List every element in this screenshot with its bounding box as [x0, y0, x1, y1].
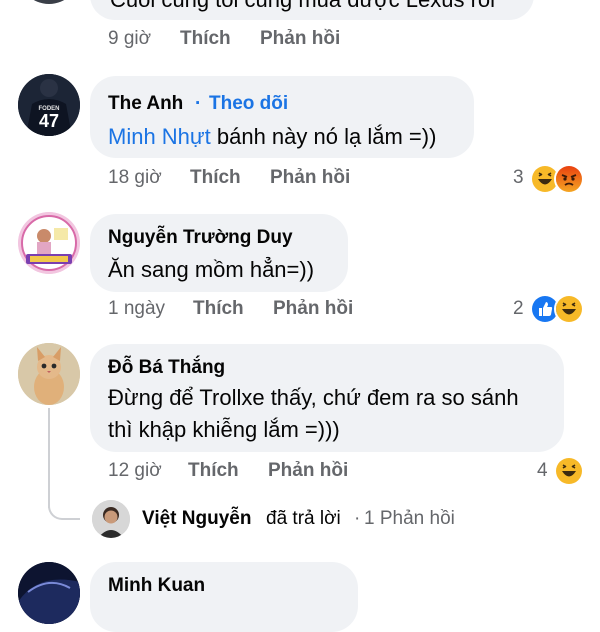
- haha-icon: [554, 294, 584, 324]
- avatar-jersey-image: FODEN 47: [18, 74, 80, 136]
- follow-separator: ·: [195, 93, 202, 114]
- like-button[interactable]: Thích: [193, 298, 244, 320]
- comment-time[interactable]: 18 giờ: [108, 167, 162, 189]
- replies-separator: ·: [354, 508, 361, 529]
- thread-line-curve: [48, 480, 80, 520]
- like-button[interactable]: Thích: [188, 460, 239, 482]
- avatar[interactable]: [18, 0, 80, 4]
- comment-time[interactable]: 1 ngày: [108, 298, 165, 320]
- reaction-count[interactable]: 3: [513, 167, 524, 189]
- comment-author[interactable]: Nguyễn Trường Duy: [108, 227, 293, 249]
- avatar: [92, 500, 130, 538]
- like-button[interactable]: Thích: [180, 28, 231, 50]
- mention-link[interactable]: Minh Nhựt: [108, 124, 211, 149]
- comment-text-body: bánh này nó lạ lắm =)): [210, 124, 437, 149]
- replies-count[interactable]: 1 Phản hồi: [364, 508, 455, 530]
- avatar-image: [18, 562, 80, 624]
- comment-text: Cuối cùng tôi cũng mua được Lexus rồi: [110, 0, 495, 16]
- comment-bubble: Cuối cùng tôi cũng mua được Lexus rồi: [90, 0, 534, 20]
- avatar-cat-image: [18, 343, 80, 405]
- reply-button[interactable]: Phản hồi: [268, 460, 348, 482]
- avatar[interactable]: FODEN 47: [18, 74, 80, 136]
- comment-time[interactable]: 9 giờ: [108, 28, 151, 50]
- like-button[interactable]: Thích: [190, 167, 241, 189]
- reply-button[interactable]: Phản hồi: [273, 298, 353, 320]
- comment-text: Minh Nhựt bánh này nó lạ lắm =)): [108, 121, 436, 153]
- comment-text-line: Đừng để Trollxe thấy, chứ đem ra so sánh: [108, 385, 519, 410]
- comment-text: Ăn sang mồm hẳn=)): [108, 257, 315, 282]
- angry-icon: [554, 164, 584, 194]
- comment-author[interactable]: The Anh: [108, 93, 183, 115]
- comment-author[interactable]: Minh Kuan: [108, 575, 205, 597]
- replies-summary[interactable]: Việt Nguyễn đã trả lời · 1 Phản hồi: [92, 500, 492, 538]
- comment-bubble: [90, 562, 358, 632]
- reaction-count[interactable]: 2: [513, 298, 524, 320]
- comment-text-line: thì khập khiễng lắm =))): [108, 417, 340, 442]
- comment-time[interactable]: 12 giờ: [108, 460, 162, 482]
- reply-button[interactable]: Phản hồi: [260, 28, 340, 50]
- jersey-number: 47: [39, 111, 59, 131]
- reply-button[interactable]: Phản hồi: [270, 167, 350, 189]
- follow-button[interactable]: Theo dõi: [209, 93, 288, 115]
- avatar[interactable]: [18, 343, 80, 405]
- replied-text: đã trả lời: [266, 508, 341, 529]
- replier-name[interactable]: Việt Nguyễn: [142, 508, 251, 530]
- reaction-count[interactable]: 4: [537, 460, 548, 482]
- avatar[interactable]: [18, 212, 80, 274]
- avatar[interactable]: [18, 562, 80, 624]
- avatar-image: [18, 212, 80, 274]
- comment-author[interactable]: Đỗ Bá Thắng: [108, 357, 225, 379]
- avatar-image: [92, 500, 130, 538]
- haha-icon: [554, 456, 584, 486]
